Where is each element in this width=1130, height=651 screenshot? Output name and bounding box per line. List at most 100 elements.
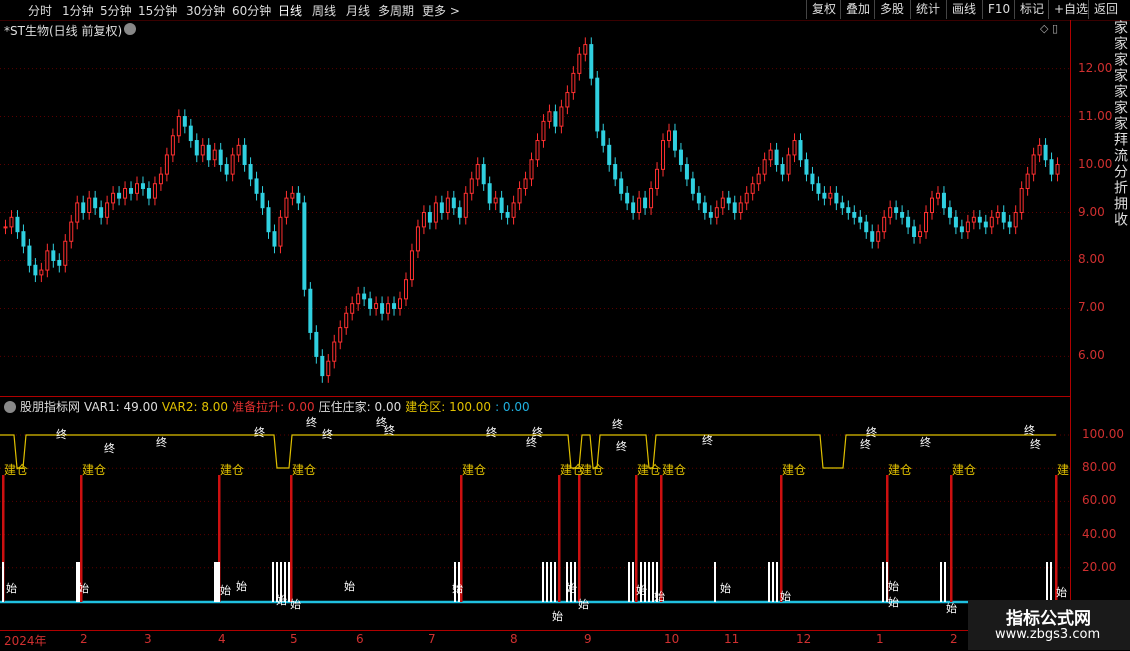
candle-body xyxy=(218,149,223,166)
candle-body xyxy=(75,202,80,223)
candle-body xyxy=(272,231,277,247)
start-label: 始 xyxy=(220,583,231,597)
build-label: 建仓 xyxy=(782,463,806,477)
candle-body xyxy=(768,149,773,161)
candle-body xyxy=(51,250,56,261)
candle-body xyxy=(661,140,666,170)
candle-body xyxy=(206,144,211,161)
toolbar-button-8[interactable]: 返回 xyxy=(1088,0,1123,19)
candle-body xyxy=(798,140,803,161)
candle-body xyxy=(302,202,307,290)
candle-body xyxy=(170,135,175,156)
candle-body xyxy=(900,212,905,218)
candle-body xyxy=(738,202,743,214)
build-label: 建仓 xyxy=(220,463,244,477)
candle-body xyxy=(780,164,785,175)
candle-body xyxy=(3,226,8,229)
start-label: 始 xyxy=(780,589,791,603)
price-tick: 9.00 xyxy=(1078,204,1105,219)
start-label: 始 xyxy=(552,609,563,623)
candle-body xyxy=(1055,164,1060,175)
candle-body xyxy=(314,331,319,357)
candle-body xyxy=(924,212,929,233)
candle-body xyxy=(87,197,92,213)
candle-body xyxy=(1043,144,1048,161)
candle-body xyxy=(894,207,899,213)
end-label: 终 xyxy=(156,435,167,449)
build-label: 建仓 xyxy=(462,463,486,477)
candle-body xyxy=(505,212,510,218)
end-label: 终 xyxy=(702,433,713,447)
candle-body xyxy=(756,173,761,185)
candle-body xyxy=(822,192,827,199)
candle-body xyxy=(9,216,14,228)
candle-body xyxy=(666,130,671,142)
candle-body xyxy=(929,197,934,213)
candle-body xyxy=(726,197,731,204)
start-label: 始 xyxy=(654,589,665,603)
start-label: 始 xyxy=(578,597,589,611)
signal-bar xyxy=(628,562,630,602)
candle-body xyxy=(828,192,833,199)
build-bar xyxy=(1055,475,1058,602)
candle-body xyxy=(254,178,259,194)
candle-body xyxy=(63,240,68,266)
signal-bar xyxy=(550,562,552,602)
build-label: 建仓 xyxy=(1057,463,1070,477)
candle-body xyxy=(356,293,361,305)
candle-body xyxy=(284,197,289,218)
side-panel-text: 家家家家家家家拜流分折拥收 xyxy=(1113,20,1128,228)
watermark-url: www.zbgs3.com xyxy=(995,627,1101,642)
candle-body xyxy=(451,197,456,209)
end-label: 终 xyxy=(920,435,931,449)
candle-body xyxy=(613,164,618,180)
candle-body xyxy=(260,192,265,209)
value-tick: 80.00 xyxy=(1082,460,1117,475)
start-label: 始 xyxy=(720,581,731,595)
candle-body xyxy=(906,216,911,228)
candle-body xyxy=(386,303,391,314)
signal-bar xyxy=(288,562,290,602)
candle-body xyxy=(637,197,642,213)
start-label: 始 xyxy=(1056,585,1067,599)
candle-body xyxy=(445,197,450,213)
candle-body xyxy=(200,144,205,156)
price-chart[interactable]: 建仓建仓建仓建仓建仓建仓建仓建仓建仓建仓建仓建仓建仓始始始始始始始始始始始始始始… xyxy=(0,0,1070,630)
start-label: 始 xyxy=(276,593,287,607)
candle-body xyxy=(708,212,713,218)
signal-bar xyxy=(714,562,716,602)
candle-body xyxy=(989,216,994,228)
price-tick: 7.00 xyxy=(1078,300,1105,315)
build-label: 建仓 xyxy=(4,463,28,477)
candle-body xyxy=(965,221,970,233)
candle-body xyxy=(571,72,576,94)
watermark-title: 指标公式网 xyxy=(1006,609,1091,629)
candle-body xyxy=(547,111,552,122)
candle-body xyxy=(953,216,958,228)
end-label: 终 xyxy=(532,425,543,439)
candle-body xyxy=(947,207,952,218)
candle-body xyxy=(242,144,247,166)
candle-body xyxy=(589,44,594,79)
signal-bar xyxy=(1050,562,1052,602)
signal-bar xyxy=(542,562,544,602)
candle-body xyxy=(152,183,157,199)
candle-body xyxy=(852,212,857,218)
price-tick: 8.00 xyxy=(1078,252,1105,267)
signal-bar xyxy=(1046,562,1048,602)
candle-body xyxy=(469,178,474,194)
candle-body xyxy=(690,178,695,194)
start-label: 始 xyxy=(6,581,17,595)
signal-bar xyxy=(554,562,556,602)
candle-body xyxy=(941,192,946,209)
candle-body xyxy=(625,192,630,204)
build-label: 建仓 xyxy=(952,463,976,477)
candle-body xyxy=(129,188,134,194)
price-tick: 12.00 xyxy=(1078,60,1113,75)
candle-body xyxy=(481,164,486,185)
candle-body xyxy=(427,212,432,223)
candle-body xyxy=(398,298,403,309)
candle-body xyxy=(105,202,110,218)
candle-body xyxy=(278,216,283,247)
candle-body xyxy=(971,216,976,223)
